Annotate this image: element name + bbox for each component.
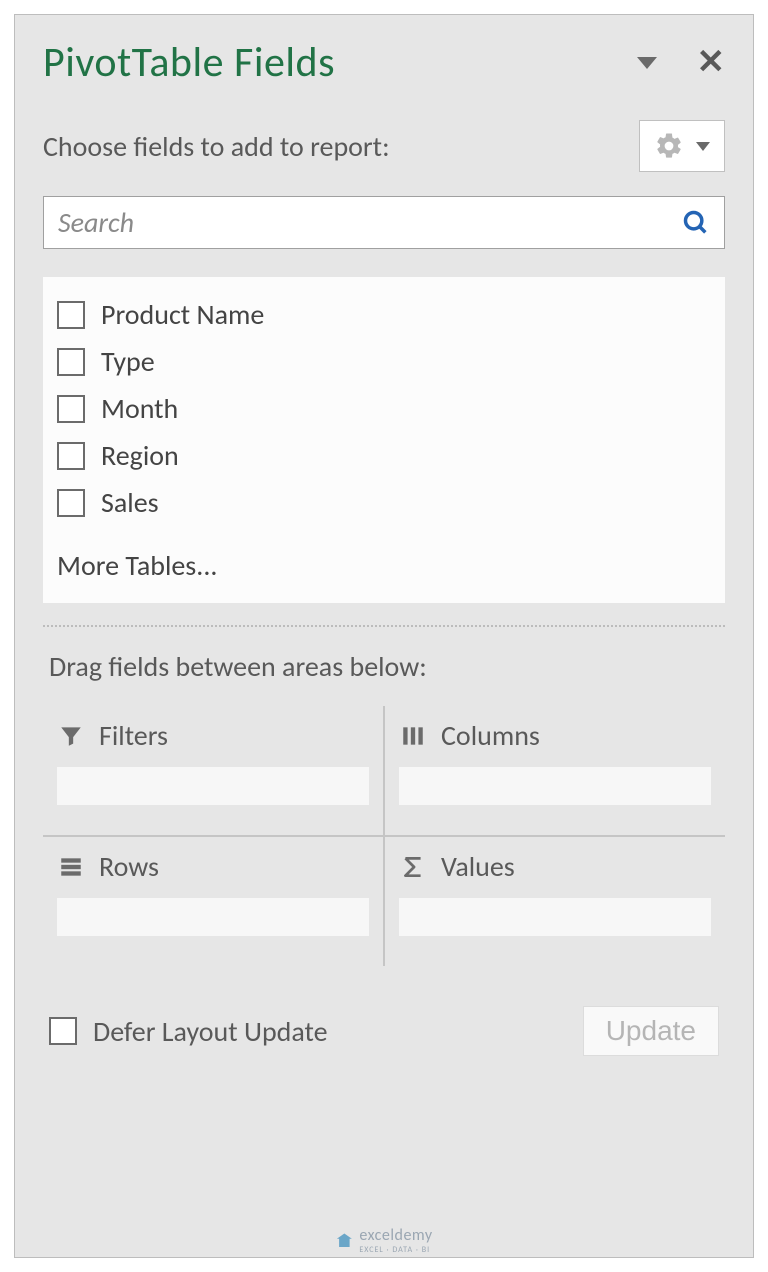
close-icon[interactable]: ✕ [697,46,726,80]
more-tables-link[interactable]: More Tables... [53,526,715,587]
field-item-product-name[interactable]: Product Name [53,291,715,338]
area-title: Values [441,849,515,884]
drop-slot[interactable] [57,767,369,805]
area-title: Columns [441,718,540,753]
panel-menu-caret-icon[interactable] [637,57,657,69]
area-header: Values [399,849,711,884]
tools-button[interactable] [639,120,725,172]
drop-slot[interactable] [399,767,711,805]
drop-slot[interactable] [57,898,369,936]
field-label: Product Name [101,297,264,332]
columns-icon [399,722,427,750]
field-label: Region [101,438,179,473]
update-button[interactable]: Update [583,1006,719,1056]
field-item-region[interactable]: Region [53,432,715,479]
title-row: PivotTable Fields ✕ [43,37,725,88]
defer-layout-control[interactable]: Defer Layout Update [49,1014,328,1049]
checkbox[interactable] [57,301,85,329]
columns-area[interactable]: Columns [384,706,725,836]
filter-icon [57,722,85,750]
values-area[interactable]: Values [384,836,725,966]
watermark: exceldemy EXCEL · DATA · BI [335,1226,432,1255]
watermark-icon [335,1232,353,1250]
subtitle-row: Choose fields to add to report: [43,120,725,172]
checkbox[interactable] [49,1017,77,1045]
field-label: Type [101,344,155,379]
area-header: Columns [399,718,711,753]
title-controls: ✕ [637,46,726,80]
search-icon[interactable] [682,209,710,237]
filters-area[interactable]: Filters [43,706,384,836]
panel-title: PivotTable Fields [43,37,335,88]
chevron-down-icon [696,142,710,151]
rows-icon [57,853,85,881]
field-item-sales[interactable]: Sales [53,479,715,526]
field-item-type[interactable]: Type [53,338,715,385]
area-header: Filters [57,718,369,753]
pivottable-fields-panel: PivotTable Fields ✕ Choose fields to add… [14,14,754,1258]
rows-area[interactable]: Rows [43,836,384,966]
sigma-icon [399,853,427,881]
gear-icon [654,131,684,161]
field-label: Month [101,391,178,426]
area-title: Rows [99,849,159,884]
field-label: Sales [101,485,159,520]
checkbox[interactable] [57,395,85,423]
field-item-month[interactable]: Month [53,385,715,432]
checkbox[interactable] [57,442,85,470]
area-header: Rows [57,849,369,884]
choose-fields-label: Choose fields to add to report: [43,129,390,164]
checkbox[interactable] [57,489,85,517]
divider [43,625,725,627]
drop-slot[interactable] [399,898,711,936]
search-box[interactable] [43,196,725,249]
drag-instructions-label: Drag fields between areas below: [43,649,725,684]
search-input[interactable] [58,205,682,240]
checkbox[interactable] [57,348,85,376]
area-title: Filters [99,718,168,753]
areas-grid: Filters Columns [43,706,725,966]
watermark-brand: exceldemy [359,1226,432,1245]
defer-layout-label: Defer Layout Update [93,1014,328,1049]
watermark-tagline: EXCEL · DATA · BI [359,1245,432,1255]
footer-row: Defer Layout Update Update [43,1006,725,1056]
fields-list: Product Name Type Month Region Sales Mor… [43,277,725,603]
